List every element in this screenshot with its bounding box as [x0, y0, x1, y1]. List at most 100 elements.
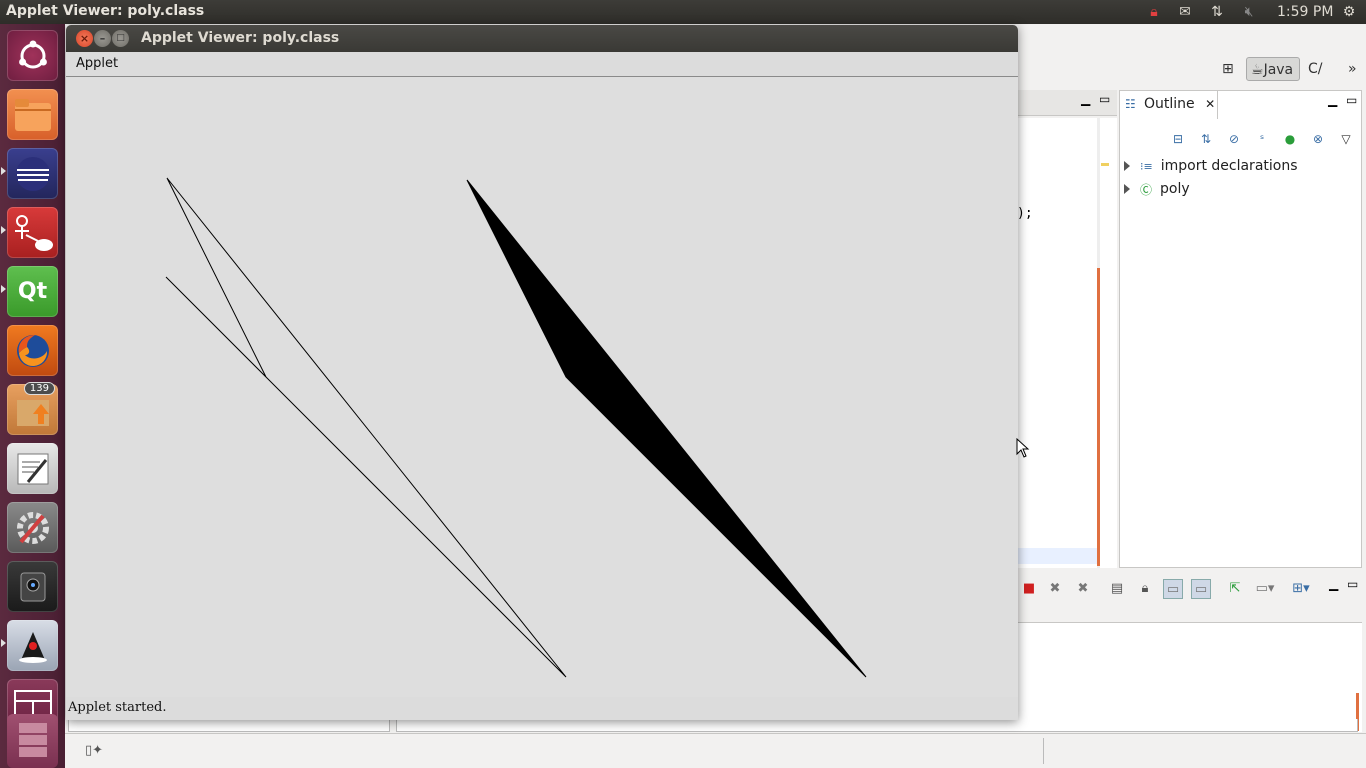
- minimize-icon[interactable]: ▁: [1328, 93, 1337, 107]
- outline-item-class[interactable]: Ⓒ poly: [1124, 178, 1190, 200]
- window-title: Applet Viewer: poly.class: [141, 30, 340, 46]
- text-editor-icon: [17, 453, 48, 484]
- folder-icon: [14, 98, 51, 131]
- overview-ruler-marker: [1101, 163, 1109, 166]
- launcher-software-updater[interactable]: 139: [7, 382, 58, 435]
- minimize-icon[interactable]: ▁: [1081, 92, 1090, 106]
- eclipse-icon: [15, 156, 50, 191]
- launcher-eclipse[interactable]: [7, 148, 58, 199]
- applet-viewer-window: × – □ Applet Viewer: poly.class Applet A…: [66, 25, 1018, 720]
- overflow-chevron-icon[interactable]: »: [1348, 57, 1357, 81]
- maximize-icon[interactable]: ▭: [1347, 577, 1358, 591]
- launcher-java[interactable]: [7, 620, 58, 671]
- cpp-perspective-button[interactable]: C/: [1308, 57, 1323, 81]
- java-icon: [18, 631, 47, 663]
- right-panel-edge: [396, 719, 1358, 732]
- sort-icon[interactable]: ⇅: [1198, 131, 1214, 147]
- show-on-error-icon[interactable]: ▭: [1191, 579, 1211, 599]
- open-console-icon[interactable]: ⊞▾: [1291, 579, 1311, 599]
- launcher-trash[interactable]: [7, 714, 58, 768]
- remove-launch-icon[interactable]: ✖: [1045, 579, 1065, 599]
- left-panel-edge: [68, 719, 390, 732]
- hide-fields-icon[interactable]: ⊘: [1226, 131, 1242, 147]
- tab-outline[interactable]: ☷ Outline ✕: [1120, 91, 1218, 119]
- open-perspective-icon[interactable]: ⊞: [1222, 57, 1234, 81]
- new-item-icon[interactable]: ▯✦: [85, 743, 103, 758]
- java-perspective-icon: ☕: [1251, 62, 1264, 78]
- collapse-all-icon[interactable]: ⊟: [1170, 131, 1186, 147]
- maximize-icon[interactable]: ▭: [1099, 92, 1110, 106]
- menu-applet[interactable]: Applet: [76, 56, 118, 71]
- launcher-text-editor[interactable]: [7, 443, 58, 494]
- update-count-badge: 139: [23, 382, 55, 395]
- running-indicator: [1, 167, 6, 175]
- outline-item-imports[interactable]: ⁝≡ import declarations: [1124, 155, 1298, 177]
- pin-console-icon[interactable]: ⇱: [1225, 579, 1245, 599]
- scroll-lock-icon[interactable]: 🔒︎: [1135, 579, 1155, 599]
- console-toolbar: ■ ✖ ✖ ▤ 🔒︎ ▭ ▭ ⇱ ▭▾ ⊞▾ ▁ ▭: [1017, 575, 1366, 603]
- mouse-pointer-icon: [1016, 438, 1030, 458]
- console-output[interactable]: [1017, 622, 1362, 732]
- hidden-panel-edges: [68, 719, 1358, 733]
- launcher-ubuntu-dash[interactable]: [7, 30, 58, 81]
- clear-console-icon[interactable]: ▤: [1107, 579, 1127, 599]
- system-settings-icon: [16, 511, 49, 544]
- menu-bar: Applet: [66, 52, 1018, 77]
- trash-icon: [18, 723, 47, 757]
- hide-local-types-icon[interactable]: ⊗: [1310, 131, 1326, 147]
- running-indicator: [1, 285, 6, 293]
- filled-polygon: [466, 179, 867, 678]
- overview-ruler-bar: [1097, 268, 1100, 566]
- firefox-icon: [16, 334, 49, 367]
- clock[interactable]: 1:59 PM: [1277, 4, 1333, 20]
- unity-launcher: Qt 139: [0, 24, 65, 768]
- class-icon: Ⓒ: [1140, 182, 1153, 197]
- launcher-umbrello[interactable]: [7, 207, 58, 258]
- ubuntu-logo-icon: [18, 40, 47, 68]
- close-icon[interactable]: ×: [76, 30, 93, 47]
- network-icon[interactable]: ⇅: [1208, 3, 1226, 21]
- code-editor[interactable]: );: [1017, 118, 1117, 568]
- expand-arrow-icon[interactable]: [1124, 161, 1130, 171]
- uml-icon: [14, 214, 53, 251]
- minimize-icon[interactable]: ▁: [1329, 577, 1338, 591]
- status-separator: [1043, 738, 1044, 764]
- drawing-surface: [165, 177, 867, 678]
- terminate-icon[interactable]: ■: [1019, 579, 1039, 599]
- launcher-firefox[interactable]: [7, 325, 58, 376]
- imports-icon: ⁝≡: [1140, 159, 1153, 173]
- lock-icon[interactable]: 🔒︎: [1145, 3, 1163, 21]
- launcher-qt-creator[interactable]: Qt: [7, 266, 58, 317]
- minimize-icon[interactable]: –: [94, 30, 111, 47]
- show-on-output-icon[interactable]: ▭: [1163, 579, 1183, 599]
- editor-tab-bar: ▁ ▭: [1017, 90, 1117, 116]
- running-indicator: [1, 639, 6, 647]
- settings-gear-icon[interactable]: ⚙: [1340, 3, 1358, 21]
- hide-nonpublic-icon[interactable]: ●: [1282, 131, 1298, 147]
- maximize-icon[interactable]: ▭: [1346, 93, 1357, 107]
- current-line-highlight: [1017, 548, 1097, 564]
- hide-static-icon[interactable]: ˢ: [1254, 131, 1270, 147]
- window-titlebar[interactable]: × – □ Applet Viewer: poly.class: [66, 25, 1018, 52]
- code-fragment: );: [1017, 206, 1033, 221]
- maximize-icon[interactable]: □: [112, 30, 129, 47]
- launcher-files[interactable]: [7, 89, 58, 140]
- active-window-title: Applet Viewer: poly.class: [6, 3, 205, 19]
- volume-muted-icon[interactable]: 🔇︎: [1240, 3, 1258, 21]
- remove-all-icon[interactable]: ✖: [1073, 579, 1093, 599]
- view-menu-icon[interactable]: ▽: [1338, 131, 1354, 147]
- launcher-system-settings[interactable]: [7, 502, 58, 553]
- eclipse-status-bar: ▯✦: [65, 733, 1366, 768]
- update-icon: [16, 399, 49, 426]
- running-indicator: [1, 226, 6, 234]
- webcam-icon: [20, 572, 45, 601]
- outline-view: ☷ Outline ✕ ▁ ▭ ⊟ ⇅ ⊘ ˢ ● ⊗ ▽ ⁝≡ import …: [1119, 90, 1362, 568]
- expand-arrow-icon[interactable]: [1124, 184, 1130, 194]
- close-icon[interactable]: ✕: [1205, 97, 1215, 111]
- launcher-webcam[interactable]: [7, 561, 58, 612]
- outline-icon: ☷: [1125, 97, 1136, 111]
- java-perspective-button[interactable]: ☕Java: [1246, 57, 1300, 81]
- applet-canvas[interactable]: [66, 77, 1018, 697]
- display-console-icon[interactable]: ▭▾: [1255, 579, 1275, 599]
- mail-icon[interactable]: ✉: [1176, 3, 1194, 21]
